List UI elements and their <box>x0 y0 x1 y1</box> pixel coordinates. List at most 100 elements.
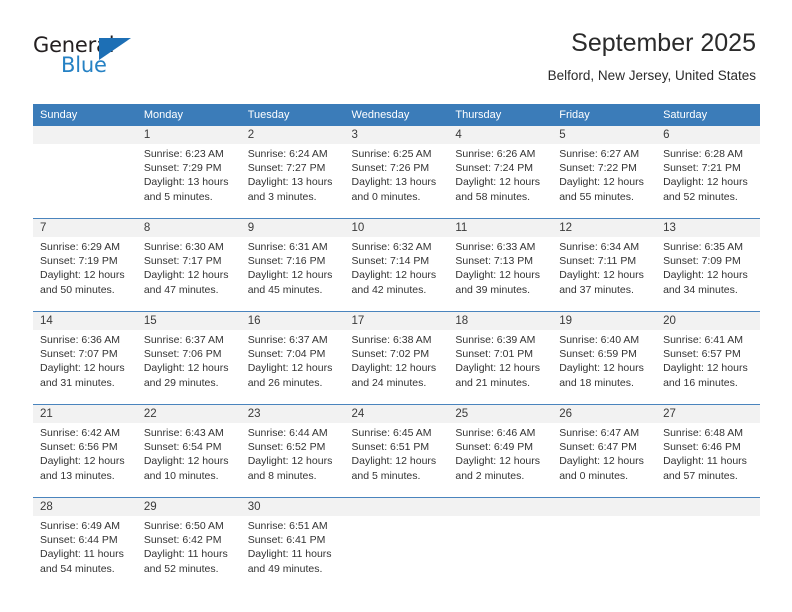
daylight-text-2: and 54 minutes. <box>40 562 115 575</box>
daylight-text-2: and 26 minutes. <box>247 376 323 389</box>
daylight-text-1: Daylight: 11 hours <box>40 548 124 561</box>
day-cell[interactable] <box>552 516 657 589</box>
daylight-text-1: Daylight: 12 hours <box>247 269 333 282</box>
daylight-text-1: Daylight: 12 hours <box>351 362 437 375</box>
sunrise-text: Sunrise: 6:29 AM <box>40 241 120 253</box>
sunset-text: Sunset: 7:07 PM <box>40 348 118 361</box>
sunset-text: Sunset: 7:06 PM <box>143 348 222 361</box>
sunset-text: Sunset: 6:44 PM <box>40 534 118 547</box>
day-cell[interactable]: Sunrise: 6:40 AM Sunset: 6:59 PM Dayligh… <box>552 330 657 403</box>
day-cell[interactable]: Sunrise: 6:39 AM Sunset: 7:01 PM Dayligh… <box>448 330 553 403</box>
day-cell[interactable]: Sunrise: 6:31 AM Sunset: 7:16 PM Dayligh… <box>240 237 345 310</box>
daylight-text-2: and 10 minutes. <box>143 469 219 482</box>
daylight-text-2: and 16 minutes. <box>663 376 738 389</box>
day-cell[interactable] <box>344 516 449 589</box>
day-cell[interactable]: Sunrise: 6:48 AM Sunset: 6:46 PM Dayligh… <box>656 423 760 496</box>
daylight-text-1: Daylight: 12 hours <box>351 455 437 468</box>
day-cell[interactable]: Sunrise: 6:37 AM Sunset: 7:06 PM Dayligh… <box>136 330 241 403</box>
day-cell[interactable]: Sunrise: 6:41 AM Sunset: 6:57 PM Dayligh… <box>656 330 760 403</box>
weekday-header-tuesday: Tuesday <box>240 104 345 126</box>
sunrise-text: Sunrise: 6:34 AM <box>559 241 640 253</box>
day-cell[interactable]: Sunrise: 6:51 AM Sunset: 6:41 PM Dayligh… <box>240 516 345 589</box>
sunrise-text: Sunrise: 6:23 AM <box>143 148 224 160</box>
daylight-text-1: Daylight: 12 hours <box>455 176 541 189</box>
weekday-header-sunday: Sunday <box>33 104 137 126</box>
sunset-text: Sunset: 7:16 PM <box>247 255 326 268</box>
weekday-header-friday: Friday <box>552 104 657 126</box>
sunrise-text: Sunrise: 6:37 AM <box>247 334 328 346</box>
day-cell[interactable]: Sunrise: 6:50 AM Sunset: 6:42 PM Dayligh… <box>136 516 241 589</box>
day-cell[interactable]: Sunrise: 6:23 AM Sunset: 7:29 PM Dayligh… <box>136 144 241 217</box>
day-number: 25 <box>448 404 553 423</box>
day-cell[interactable]: Sunrise: 6:24 AM Sunset: 7:27 PM Dayligh… <box>240 144 345 217</box>
day-cell[interactable]: Sunrise: 6:25 AM Sunset: 7:26 PM Dayligh… <box>344 144 449 217</box>
day-cell[interactable]: Sunrise: 6:47 AM Sunset: 6:47 PM Dayligh… <box>552 423 657 496</box>
daylight-text-2: and 0 minutes. <box>351 190 421 203</box>
day-number: 23 <box>240 404 345 423</box>
sunrise-text: Sunrise: 6:41 AM <box>663 334 744 346</box>
week-5-daynumber-row: 28 29 30 <box>33 497 760 516</box>
day-cell[interactable] <box>656 516 760 589</box>
day-cell[interactable]: Sunrise: 6:36 AM Sunset: 7:07 PM Dayligh… <box>33 330 137 403</box>
sunrise-text: Sunrise: 6:43 AM <box>143 427 224 439</box>
day-cell[interactable] <box>448 516 553 589</box>
sunset-text: Sunset: 7:02 PM <box>351 348 430 361</box>
daylight-text-2: and 52 minutes. <box>143 562 219 575</box>
weekday-header-thursday: Thursday <box>448 104 553 126</box>
day-cell[interactable]: Sunrise: 6:32 AM Sunset: 7:14 PM Dayligh… <box>344 237 449 310</box>
day-cell[interactable]: Sunrise: 6:49 AM Sunset: 6:44 PM Dayligh… <box>33 516 137 589</box>
day-cell[interactable]: Sunrise: 6:44 AM Sunset: 6:52 PM Dayligh… <box>240 423 345 496</box>
sunset-text: Sunset: 6:51 PM <box>351 441 430 454</box>
day-number: 27 <box>656 404 760 423</box>
daylight-text-1: Daylight: 12 hours <box>455 455 541 468</box>
daylight-text-1: Daylight: 11 hours <box>663 455 747 468</box>
daylight-text-1: Daylight: 12 hours <box>559 176 644 189</box>
sunrise-text: Sunrise: 6:25 AM <box>351 148 432 160</box>
day-cell[interactable] <box>33 144 137 217</box>
daylight-text-2: and 55 minutes. <box>559 190 634 203</box>
week-1-info-row: Sunrise: 6:23 AM Sunset: 7:29 PM Dayligh… <box>33 144 760 217</box>
daylight-text-1: Daylight: 11 hours <box>247 548 332 561</box>
daylight-text-2: and 52 minutes. <box>663 190 738 203</box>
sunset-text: Sunset: 7:17 PM <box>143 255 222 268</box>
day-cell[interactable]: Sunrise: 6:46 AM Sunset: 6:49 PM Dayligh… <box>448 423 553 496</box>
day-number: 9 <box>240 218 345 237</box>
day-cell[interactable]: Sunrise: 6:28 AM Sunset: 7:21 PM Dayligh… <box>656 144 760 217</box>
sunrise-text: Sunrise: 6:50 AM <box>143 520 224 532</box>
day-number: 5 <box>552 126 657 144</box>
day-cell[interactable]: Sunrise: 6:33 AM Sunset: 7:13 PM Dayligh… <box>448 237 553 310</box>
day-cell[interactable]: Sunrise: 6:26 AM Sunset: 7:24 PM Dayligh… <box>448 144 553 217</box>
sunrise-text: Sunrise: 6:38 AM <box>351 334 432 346</box>
day-cell[interactable]: Sunrise: 6:34 AM Sunset: 7:11 PM Dayligh… <box>552 237 657 310</box>
daylight-text-1: Daylight: 12 hours <box>40 362 125 375</box>
day-number: 15 <box>136 311 241 330</box>
sunrise-text: Sunrise: 6:27 AM <box>559 148 640 160</box>
sunset-text: Sunset: 7:26 PM <box>351 162 430 175</box>
day-cell[interactable]: Sunrise: 6:45 AM Sunset: 6:51 PM Dayligh… <box>344 423 449 496</box>
day-number: 22 <box>136 404 241 423</box>
page-subtitle: Belford, New Jersey, United States <box>547 68 756 83</box>
daylight-text-2: and 18 minutes. <box>559 376 634 389</box>
daylight-text-1: Daylight: 12 hours <box>559 269 644 282</box>
day-cell[interactable]: Sunrise: 6:29 AM Sunset: 7:19 PM Dayligh… <box>33 237 137 310</box>
day-number: 13 <box>656 218 760 237</box>
daylight-text-2: and 57 minutes. <box>663 469 738 482</box>
day-cell[interactable]: Sunrise: 6:30 AM Sunset: 7:17 PM Dayligh… <box>136 237 241 310</box>
daylight-text-2: and 50 minutes. <box>40 283 115 296</box>
generalblue-logo[interactable]: General Blue <box>33 33 163 79</box>
week-1-daynumber-row: 1 2 3 4 5 6 <box>33 126 760 144</box>
day-cell[interactable]: Sunrise: 6:43 AM Sunset: 6:54 PM Dayligh… <box>136 423 241 496</box>
daylight-text-1: Daylight: 12 hours <box>663 269 748 282</box>
daylight-text-1: Daylight: 12 hours <box>351 269 437 282</box>
weekday-header-wednesday: Wednesday <box>344 104 449 126</box>
week-4-info-row: Sunrise: 6:42 AM Sunset: 6:56 PM Dayligh… <box>33 423 760 496</box>
day-cell[interactable]: Sunrise: 6:27 AM Sunset: 7:22 PM Dayligh… <box>552 144 657 217</box>
day-cell[interactable]: Sunrise: 6:38 AM Sunset: 7:02 PM Dayligh… <box>344 330 449 403</box>
sunset-text: Sunset: 7:24 PM <box>455 162 534 175</box>
day-cell[interactable]: Sunrise: 6:37 AM Sunset: 7:04 PM Dayligh… <box>240 330 345 403</box>
day-cell[interactable]: Sunrise: 6:42 AM Sunset: 6:56 PM Dayligh… <box>33 423 137 496</box>
daylight-text-2: and 45 minutes. <box>247 283 323 296</box>
day-cell[interactable]: Sunrise: 6:35 AM Sunset: 7:09 PM Dayligh… <box>656 237 760 310</box>
daylight-text-2: and 3 minutes. <box>247 190 317 203</box>
daylight-text-1: Daylight: 12 hours <box>40 269 125 282</box>
